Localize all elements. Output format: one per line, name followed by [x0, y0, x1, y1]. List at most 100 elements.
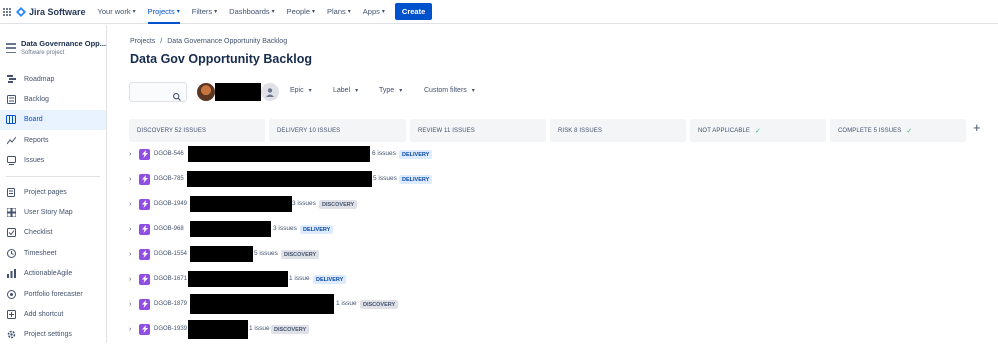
status-badge: DELIVERY [399, 150, 433, 159]
sidebar-divider [6, 175, 100, 177]
issue-count: 1 issue [289, 275, 310, 282]
breadcrumb-project[interactable]: Data Governance Opportunity Backlog [167, 38, 287, 45]
project-header[interactable]: Data Governance Opp... Software project [0, 25, 106, 69]
jira-logo-icon [16, 6, 26, 17]
search-input[interactable] [129, 82, 187, 102]
status-badge: DELIVERY [399, 175, 433, 184]
avatar[interactable] [197, 83, 215, 101]
swimlane-row[interactable]: › DGOB-1554 [129, 246, 192, 262]
sidebar-item-label: ActionableAgile [24, 270, 73, 278]
swimlane-row[interactable]: › DGOB-546 [129, 146, 192, 162]
issues-icon [6, 156, 16, 166]
story-map-icon [6, 208, 16, 218]
nav-label: Filters [191, 7, 213, 16]
chevron-right-icon[interactable]: › [129, 301, 139, 308]
nav-dashboards[interactable]: Dashboards ▾ [229, 0, 274, 24]
chevron-right-icon[interactable]: › [129, 151, 139, 158]
column-risk[interactable]: RISK 8 ISSUES [550, 119, 686, 142]
epic-icon [139, 198, 150, 210]
nav-apps[interactable]: Apps ▾ [363, 0, 385, 24]
reports-icon [6, 135, 16, 145]
status-badge: DISCOVERY [281, 250, 320, 259]
issue-key[interactable]: DGOB-1554 [154, 251, 192, 257]
epic-icon [139, 298, 150, 310]
app-switcher-icon[interactable] [3, 7, 13, 16]
column-discovery[interactable]: DISCOVERY 52 ISSUES [129, 119, 265, 142]
forecaster-icon [6, 289, 16, 299]
checklist-icon [6, 228, 16, 238]
chevron-right-icon[interactable]: › [129, 326, 139, 333]
sidebar-item-backlog[interactable]: Backlog [0, 89, 106, 109]
redacted-summary [190, 294, 334, 314]
sidebar-item-user-story-map[interactable]: User Story Map [0, 202, 106, 222]
jira-logo-text: Jira Software [29, 6, 86, 17]
column-not-applicable[interactable]: NOT APPLICABLE ✓ [690, 119, 826, 142]
swimlane-row[interactable]: › DGOB-1949 [129, 196, 192, 212]
swimlane-row[interactable]: › DGOB-1879 [129, 296, 192, 312]
sidebar-item-add-shortcut[interactable]: Add shortcut [0, 304, 106, 324]
sidebar-item-project-settings[interactable]: Project settings [0, 325, 106, 345]
sidebar-item-roadmap[interactable]: Roadmap [0, 69, 106, 89]
type-filter[interactable]: Type ▾ [379, 87, 402, 94]
sidebar-item-actionableagile[interactable]: ActionableAgile [0, 264, 106, 284]
nav-label: Projects [147, 7, 175, 16]
sidebar-item-project-pages[interactable]: Project pages [0, 182, 106, 202]
nav-your-work[interactable]: Your work ▾ [98, 0, 136, 24]
redacted-summary [190, 246, 253, 262]
board-icon [6, 115, 16, 125]
user-icon [266, 88, 274, 97]
custom-filters[interactable]: Custom filters ▾ [424, 87, 475, 94]
sidebar-item-issues[interactable]: Issues [0, 151, 106, 171]
project-type: Software project [20, 50, 65, 56]
nav-filters[interactable]: Filters ▾ [192, 0, 217, 24]
swimlane-row[interactable]: › DGOB-968 [129, 221, 192, 237]
issue-key[interactable]: DGOB-546 [154, 151, 192, 157]
sidebar-item-timesheet[interactable]: Timesheet [0, 243, 106, 263]
column-delivery[interactable]: DELIVERY 10 ISSUES [269, 119, 406, 142]
redacted-summary [187, 171, 372, 187]
chevron-down-icon: ▾ [381, 9, 385, 15]
epic-filter[interactable]: Epic ▾ [290, 87, 312, 94]
sidebar-item-portfolio-forecaster[interactable]: Portfolio forecaster [0, 284, 106, 304]
create-button[interactable]: Create [394, 3, 433, 20]
add-column-icon[interactable]: + [973, 120, 981, 135]
timesheet-icon [6, 248, 16, 258]
swimlane-row[interactable]: › DGOB-1939 [129, 321, 192, 337]
column-complete[interactable]: COMPLETE 5 ISSUES ✓ [830, 119, 966, 142]
column-title: COMPLETE 5 ISSUES [838, 127, 902, 134]
issue-key[interactable]: DGOB-968 [154, 226, 192, 232]
chevron-right-icon[interactable]: › [129, 176, 139, 183]
issue-key[interactable]: DGOB-1671 [154, 276, 192, 282]
sidebar-item-reports[interactable]: Reports [0, 130, 106, 150]
chevron-right-icon[interactable]: › [129, 226, 139, 233]
chevron-down-icon: ▾ [176, 9, 180, 15]
issue-count: 5 issues [373, 175, 397, 182]
nav-projects[interactable]: Projects ▾ [147, 0, 180, 24]
sidebar-item-checklist[interactable]: Checklist [0, 223, 106, 243]
epic-icon [139, 248, 150, 260]
issue-key[interactable]: DGOB-1879 [154, 301, 192, 307]
issue-key[interactable]: DGOB-1939 [154, 326, 192, 332]
issue-count: 1 issue [336, 300, 357, 307]
breadcrumb: Projects / Data Governance Opportunity Bac… [130, 38, 287, 45]
column-review[interactable]: REVIEW 11 ISSUES [410, 119, 546, 142]
breadcrumb-projects[interactable]: Projects [130, 38, 155, 45]
issue-key[interactable]: DGOB-1949 [154, 201, 192, 207]
search-icon [173, 88, 181, 106]
chevron-right-icon[interactable]: › [129, 251, 139, 258]
epic-icon [139, 148, 150, 160]
chevron-right-icon[interactable]: › [129, 276, 139, 283]
nav-people[interactable]: People ▾ [287, 0, 315, 24]
jira-logo[interactable]: Jira Software [16, 6, 86, 17]
swimlane-row[interactable]: › DGOB-785 [129, 171, 192, 187]
chevron-right-icon[interactable]: › [129, 201, 139, 208]
unassigned-avatar[interactable] [261, 83, 279, 101]
sidebar-item-label: Checklist [24, 229, 53, 237]
add-shortcut-icon [6, 309, 16, 319]
sidebar-item-label: Portfolio forecaster [24, 290, 83, 298]
label-filter[interactable]: Label ▾ [333, 87, 358, 94]
swimlane-row[interactable]: › DGOB-1671 [129, 271, 192, 287]
nav-plans[interactable]: Plans ▾ [327, 0, 351, 24]
redacted-summary [190, 196, 292, 212]
sidebar-item-board[interactable]: Board [0, 109, 106, 131]
